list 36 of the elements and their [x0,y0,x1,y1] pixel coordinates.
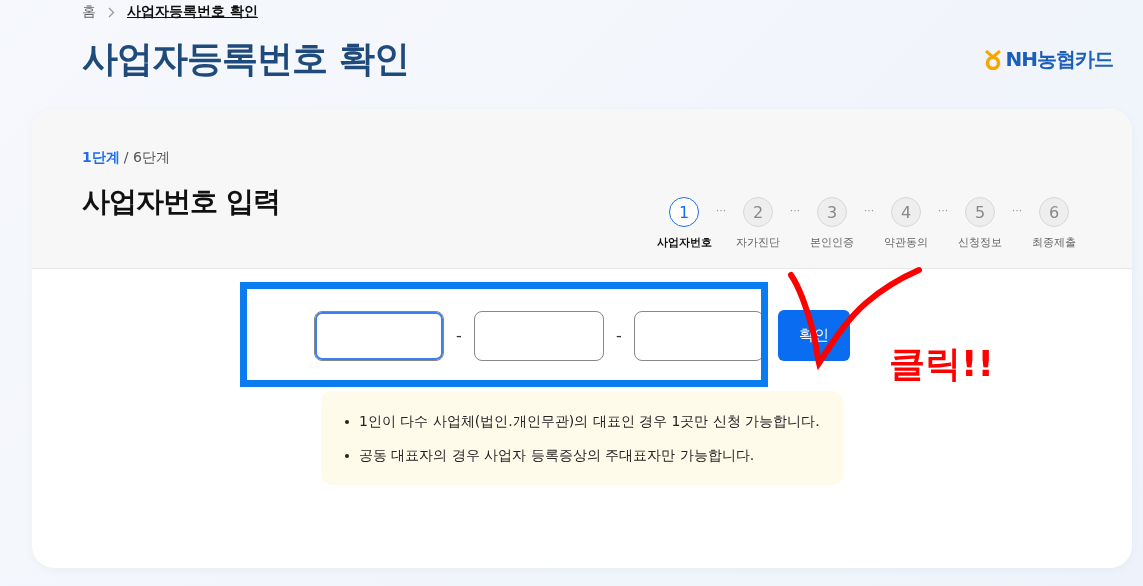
annotation-text: 클릭!! [889,342,994,386]
step-dots: ··· [936,204,950,217]
step-label: 최종제출 [1032,235,1076,250]
dash: - [455,326,463,345]
number-field[interactable] [634,310,764,361]
logo-text: NH농협카드 [1005,46,1113,73]
step-circle: 6 [1039,197,1069,227]
step-label: 신청정보 [958,235,1002,250]
step-circle: 1 [669,197,699,227]
chevron-right-icon [108,6,115,18]
notice-text: 공동 대표자의 경우 사업자 등록증상의 주대표자만 가능합니다. [359,447,755,465]
step-circle: 4 [891,197,921,227]
notice-text: 1인이 다수 사업체(법인.개인무관)의 대표인 경우 1곳만 신청 가능합니다. [359,413,820,431]
step-circle: 5 [965,197,995,227]
step-dots: ··· [788,204,802,217]
number-field[interactable] [474,310,604,361]
step-dots: ··· [862,204,876,217]
breadcrumb-link[interactable]: 홈 [82,3,96,21]
step-dots: ··· [714,204,728,217]
step-dots: ··· [1010,204,1024,217]
step-label: 자가진단 [736,235,780,250]
section-title: 사업자번호 입력 [82,184,280,220]
dash: - [615,326,623,345]
step-circle: 2 [743,197,773,227]
breadcrumb-link[interactable]: 사업자등록번호 확인 [127,3,258,21]
step-label: 본인인증 [810,235,854,250]
step-circle: 3 [817,197,847,227]
number-field[interactable] [314,310,444,361]
logo-icon [983,49,1002,70]
bullet-icon [345,420,349,424]
step-label: 약관동의 [884,235,928,250]
current-step: 1단계 [82,149,120,167]
bullet-icon [345,454,349,458]
step-label: 사업자번호 [656,235,712,250]
total-steps: / 6단계 [123,149,170,167]
page-title: 사업자등록번호 확인 [82,37,409,81]
